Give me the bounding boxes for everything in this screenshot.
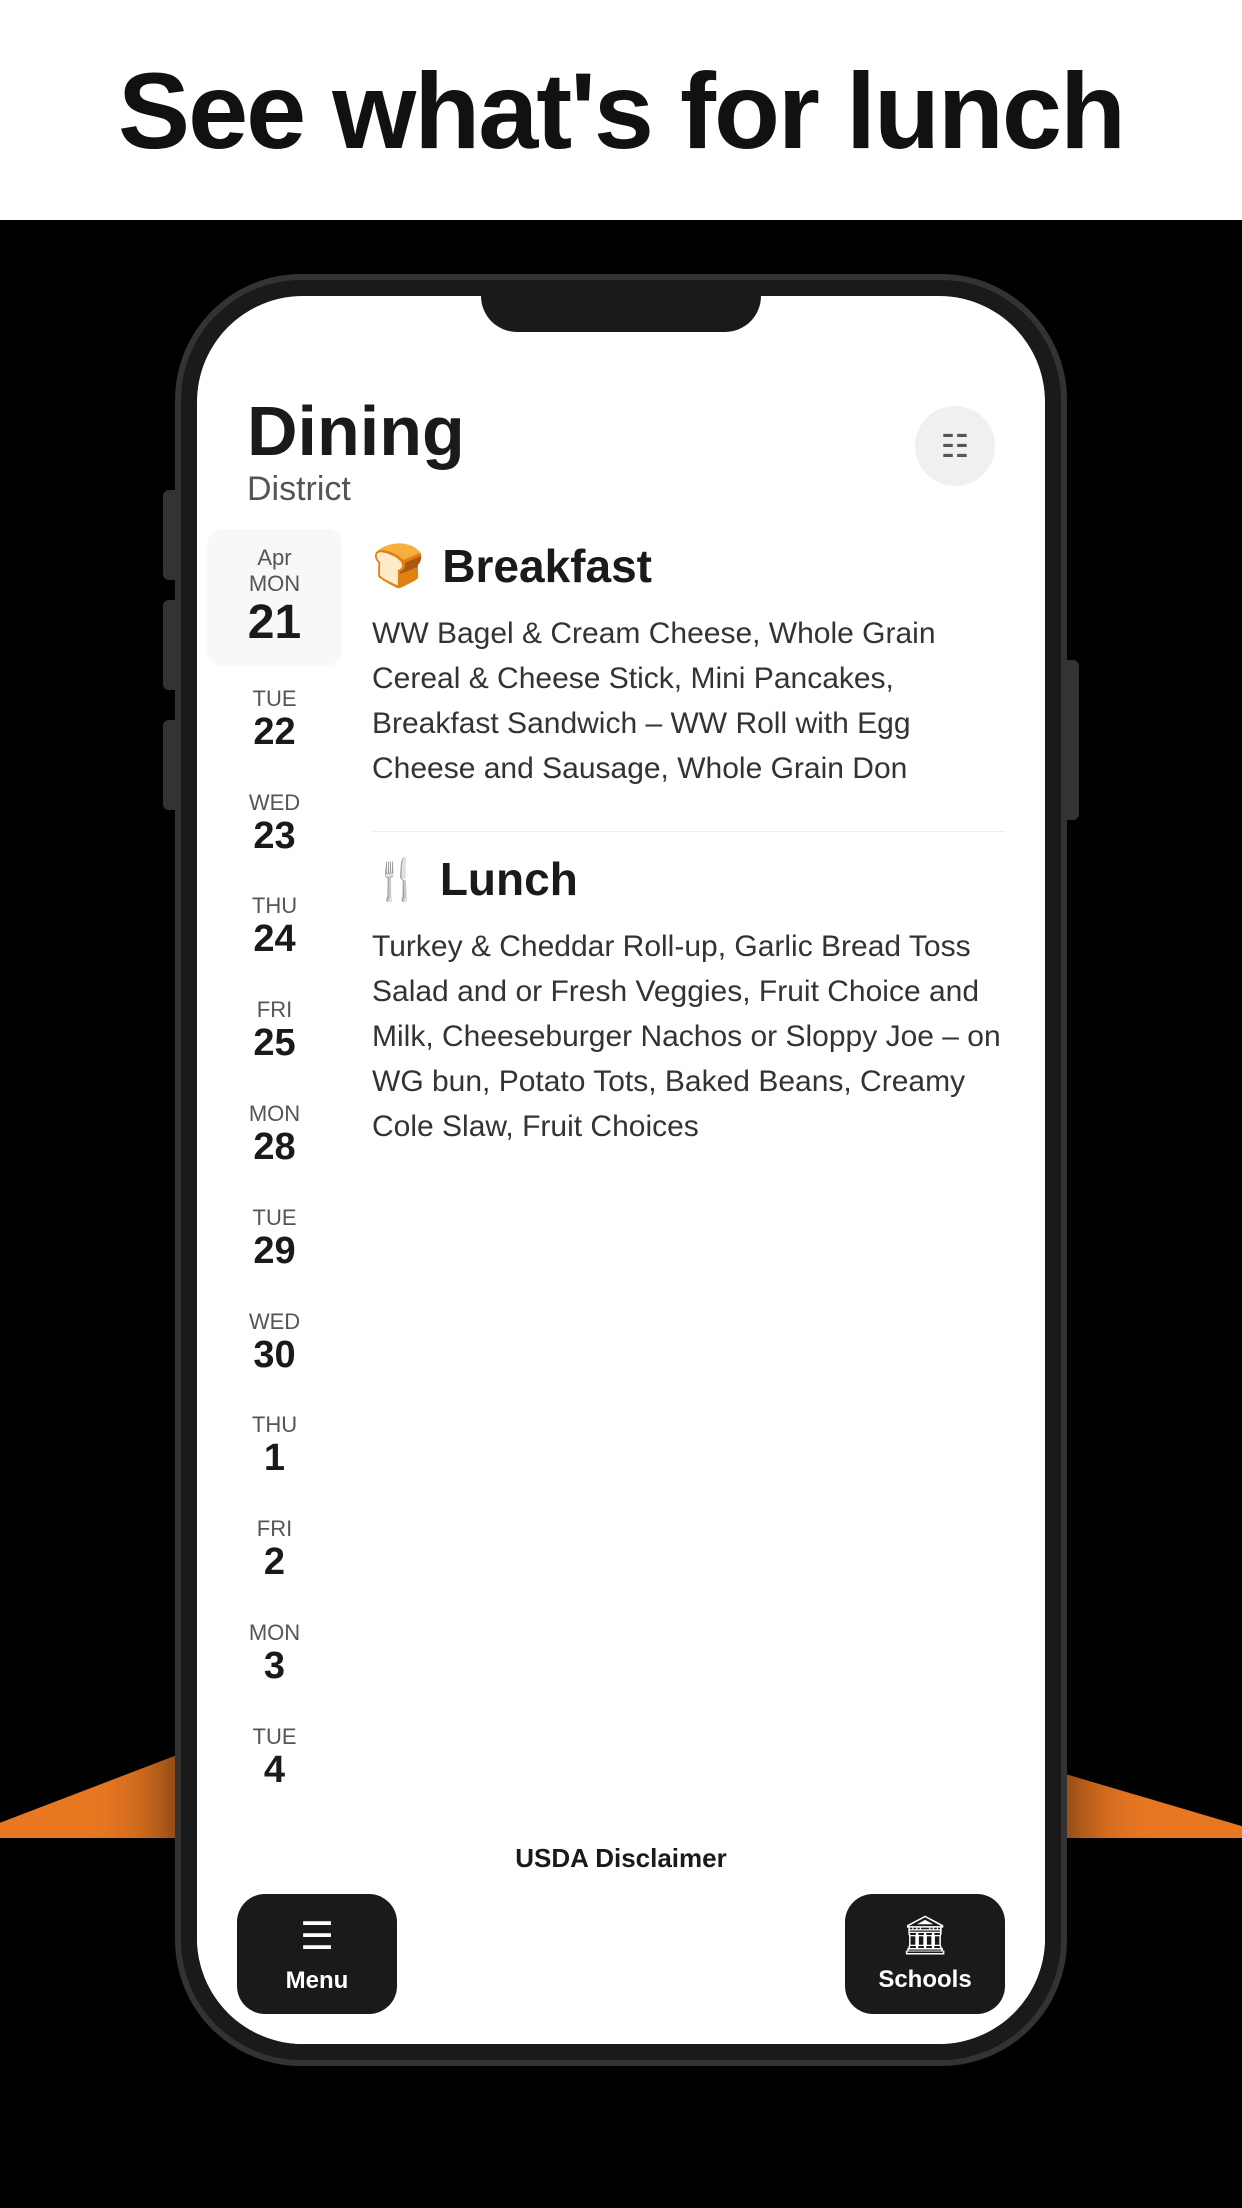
schools-nav-label: Schools	[878, 1966, 971, 1994]
date-day-name: WED	[249, 790, 300, 816]
meal-divider	[372, 831, 1005, 832]
date-day-name: WED	[249, 1309, 300, 1335]
date-number: 30	[253, 1335, 295, 1377]
date-day-name: MON	[249, 1101, 300, 1127]
schools-nav-button[interactable]: 🏛 Schools	[845, 1894, 1005, 2014]
filter-icon: ☷	[941, 427, 970, 465]
menu-nav-label: Menu	[286, 1967, 349, 1995]
footer: USDA Disclaimer ☰ Menu 🏛 Schools	[197, 1827, 1045, 2044]
headline: See what's for lunch	[118, 48, 1124, 173]
meal-content: 🍞 Breakfast WW Bagel & Cream Cheese, Who…	[352, 529, 1045, 1827]
date-number: 21	[248, 597, 301, 650]
date-number: 29	[253, 1231, 295, 1273]
app-subtitle: District	[247, 470, 465, 509]
date-day-name: TUE	[253, 1724, 297, 1750]
date-item[interactable]: WED30	[207, 1293, 342, 1393]
date-item[interactable]: MON3	[207, 1604, 342, 1704]
date-item[interactable]: TUE22	[207, 670, 342, 770]
date-item[interactable]: WED23	[207, 774, 342, 874]
date-number: 3	[264, 1646, 285, 1688]
date-item[interactable]: MON28	[207, 1085, 342, 1185]
date-item[interactable]: TUE4	[207, 1708, 342, 1808]
lunch-title: Lunch	[440, 852, 578, 906]
date-day-name: MON	[249, 1620, 300, 1646]
main-area: Dining District ☷ AprMON21TUE22WED23THU2…	[0, 220, 1242, 2208]
screen-content: Dining District ☷ AprMON21TUE22WED23THU2…	[197, 296, 1045, 2044]
date-number: 23	[253, 816, 295, 858]
date-day-name: THU	[252, 1412, 297, 1438]
date-day-name: FRI	[257, 997, 292, 1023]
date-number: 1	[264, 1438, 285, 1480]
date-item[interactable]: THU24	[207, 877, 342, 977]
schools-nav-icon: 🏛	[901, 1914, 949, 1958]
date-day-name: TUE	[253, 1205, 297, 1231]
phone-frame: Dining District ☷ AprMON21TUE22WED23THU2…	[181, 280, 1061, 2060]
date-number: 2	[264, 1542, 285, 1584]
nav-row: ☰ Menu 🏛 Schools	[237, 1884, 1005, 2034]
date-number: 24	[253, 919, 295, 961]
menu-nav-button[interactable]: ☰ Menu	[237, 1894, 397, 2014]
breakfast-header: 🍞 Breakfast	[372, 539, 1005, 593]
breakfast-description: WW Bagel & Cream Cheese, Whole Grain Cer…	[372, 611, 1005, 791]
date-number: 22	[253, 712, 295, 754]
menu-nav-icon: ☰	[300, 1914, 334, 1959]
date-number: 28	[253, 1127, 295, 1169]
phone-notch	[481, 280, 761, 332]
breakfast-title: Breakfast	[442, 539, 652, 593]
app-title: Dining	[247, 396, 465, 466]
filter-button[interactable]: ☷	[915, 406, 995, 486]
app-title-group: Dining District	[247, 396, 465, 509]
date-day-name: THU	[252, 893, 297, 919]
lunch-section: 🍴 Lunch Turkey & Cheddar Roll-up, Garlic…	[372, 852, 1005, 1149]
usda-disclaimer: USDA Disclaimer	[237, 1843, 1005, 1884]
lunch-header: 🍴 Lunch	[372, 852, 1005, 906]
lunch-icon: 🍴	[372, 856, 422, 903]
date-item[interactable]: TUE29	[207, 1189, 342, 1289]
date-day-name: FRI	[257, 1516, 292, 1542]
date-sidebar: AprMON21TUE22WED23THU24FRI25MON28TUE29WE…	[197, 529, 352, 1827]
lunch-description: Turkey & Cheddar Roll-up, Garlic Bread T…	[372, 924, 1005, 1149]
date-number: 25	[253, 1023, 295, 1065]
breakfast-section: 🍞 Breakfast WW Bagel & Cream Cheese, Who…	[372, 539, 1005, 791]
date-item[interactable]: THU1	[207, 1396, 342, 1496]
breakfast-icon: 🍞	[372, 542, 424, 591]
date-item[interactable]: FRI25	[207, 981, 342, 1081]
date-day-name: MON	[249, 571, 300, 597]
date-item[interactable]: AprMON21	[207, 529, 342, 666]
app-header: Dining District ☷	[197, 366, 1045, 529]
date-number: 4	[264, 1750, 285, 1792]
content-area: AprMON21TUE22WED23THU24FRI25MON28TUE29WE…	[197, 529, 1045, 1827]
phone-screen: Dining District ☷ AprMON21TUE22WED23THU2…	[197, 296, 1045, 2044]
date-day-name: TUE	[253, 686, 297, 712]
date-item[interactable]: FRI2	[207, 1500, 342, 1600]
top-section: See what's for lunch	[0, 0, 1242, 220]
date-month: Apr	[257, 545, 291, 571]
